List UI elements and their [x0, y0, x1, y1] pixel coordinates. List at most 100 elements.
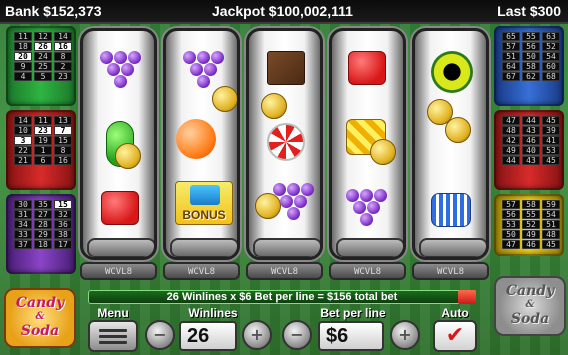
- payline-number: 44: [502, 156, 520, 165]
- payline-number: 54: [542, 210, 560, 219]
- right-payline-column: 65 55 63 57 56 52 51 50 54 64 58 60 67 62 68 47 44 45 48 4…: [494, 26, 564, 260]
- payline-number: 7: [54, 126, 72, 135]
- bet-per-line-value: $6: [318, 321, 384, 351]
- payline-number: 58: [522, 62, 540, 71]
- payline-number: 39: [542, 126, 560, 135]
- payline-number: 51: [542, 220, 560, 229]
- payline-number: 23: [54, 72, 72, 81]
- menu-button[interactable]: [88, 320, 138, 352]
- last-win: Last $300: [497, 3, 561, 19]
- chocolate-symbol: [267, 51, 305, 85]
- payline-block-yellow: 57 58 59 56 55 54 53 52 51 50 49 48 47 46 45: [494, 194, 564, 256]
- payline-number: 16: [54, 156, 72, 165]
- bet-per-line-label: Bet per line: [320, 306, 386, 320]
- payline-number: 16: [54, 42, 72, 51]
- winlines-decrease-button[interactable]: −: [145, 320, 175, 350]
- payline-number: 9: [14, 62, 32, 71]
- reel-3: [246, 28, 323, 260]
- bank-balance: Bank $152,373: [5, 3, 102, 19]
- payline-number: 51: [502, 52, 520, 61]
- payline-number: 35: [34, 200, 52, 209]
- payline-number: 23: [34, 126, 52, 135]
- payline-number: 44: [522, 116, 540, 125]
- payline-number: 65: [502, 32, 520, 41]
- reel-1: [80, 28, 157, 260]
- payline-number: 43: [522, 126, 540, 135]
- payline-number: 48: [542, 230, 560, 239]
- reel-label-4: WCVL8: [329, 262, 406, 280]
- gold-coin-symbol: [261, 93, 287, 119]
- bet-summary-bar: 26 Winlines x $6 Bet per line = $156 tot…: [88, 290, 476, 304]
- payline-number: 55: [522, 210, 540, 219]
- game-logo-right[interactable]: Candy & Soda: [494, 276, 566, 336]
- payline-number: 58: [522, 200, 540, 209]
- gold-coin-symbol: [370, 139, 396, 165]
- payline-number: 4: [14, 72, 32, 81]
- payline-number: 3: [14, 136, 32, 145]
- payline-number: 15: [54, 136, 72, 145]
- payline-number: 38: [54, 230, 72, 239]
- payline-number: 24: [34, 52, 52, 61]
- lime-candy-symbol: [431, 51, 473, 93]
- bet-increase-button[interactable]: +: [390, 320, 420, 350]
- grapes-symbol: [183, 51, 225, 89]
- reel-label-3: WCVL8: [246, 262, 323, 280]
- payline-number: 47: [502, 240, 520, 249]
- payline-block-blue: 65 55 63 57 56 52 51 50 54 64 58 60 67 62 68: [494, 26, 564, 106]
- payline-number: 2: [54, 62, 72, 71]
- payline-number: 53: [542, 146, 560, 155]
- payline-number: 8: [54, 146, 72, 155]
- payline-number: 11: [14, 32, 32, 41]
- payline-number: 60: [542, 62, 560, 71]
- payline-number: 45: [542, 156, 560, 165]
- gold-coin-symbol: [115, 143, 141, 169]
- payline-number: 29: [34, 230, 52, 239]
- payline-number: 31: [14, 210, 32, 219]
- payline-number: 46: [522, 136, 540, 145]
- reel-label-2: WCVL8: [163, 262, 240, 280]
- payline-number: 45: [542, 116, 560, 125]
- auto-play-checkbox[interactable]: ✔: [433, 320, 477, 352]
- menu-label: Menu: [97, 306, 129, 320]
- payline-number: 56: [522, 42, 540, 51]
- payline-number: 52: [542, 42, 560, 51]
- payline-number: 30: [14, 200, 32, 209]
- payline-number: 6: [34, 156, 52, 165]
- payline-number: 17: [54, 240, 72, 249]
- payline-number: 57: [502, 42, 520, 51]
- left-payline-column: 11 12 14 18 26 16 20 24 8 9 25 2 4 5 23 14 11 13 10 23 7 3 19…: [6, 26, 76, 278]
- payline-number: 43: [522, 156, 540, 165]
- payline-number: 56: [502, 210, 520, 219]
- grapes-symbol: [100, 51, 142, 89]
- payline-number: 27: [34, 210, 52, 219]
- winlines-value: 26: [179, 321, 237, 351]
- payline-number: 54: [542, 52, 560, 61]
- grapes-symbol: [273, 183, 315, 221]
- payline-block-purple: 30 35 15 31 27 32 34 28 36 33 29 38 37 18 17: [6, 194, 76, 274]
- game-logo-left: Candy & Soda: [4, 288, 76, 348]
- payline-number: 53: [502, 220, 520, 229]
- payline-number: 20: [14, 52, 32, 61]
- payline-number: 57: [502, 200, 520, 209]
- payline-number: 42: [502, 136, 520, 145]
- reel-area: WCVL8 BONUS WCVL8 WCVL8 WCVL8 WCVL8: [80, 28, 490, 286]
- reel-label-1: WCVL8: [80, 262, 157, 280]
- payline-number: 48: [502, 126, 520, 135]
- bet-decrease-button[interactable]: −: [282, 320, 312, 350]
- bet-bar-end-cap: [458, 290, 476, 304]
- payline-number: 47: [502, 116, 520, 125]
- payline-number: 46: [522, 240, 540, 249]
- payline-block-red: 14 11 13 10 23 7 3 19 15 22 1 8 21 6 16: [6, 110, 76, 190]
- payline-number: 8: [54, 52, 72, 61]
- payline-number: 50: [522, 52, 540, 61]
- reel-5: [412, 28, 489, 260]
- payline-number: 50: [502, 230, 520, 239]
- payline-number: 11: [34, 116, 52, 125]
- winlines-increase-button[interactable]: +: [242, 320, 272, 350]
- payline-number: 36: [54, 220, 72, 229]
- payline-number: 40: [522, 146, 540, 155]
- bonus-symbol: BONUS: [175, 181, 233, 225]
- payline-number: 45: [542, 240, 560, 249]
- payline-number: 25: [34, 62, 52, 71]
- grapes-symbol: [346, 189, 388, 227]
